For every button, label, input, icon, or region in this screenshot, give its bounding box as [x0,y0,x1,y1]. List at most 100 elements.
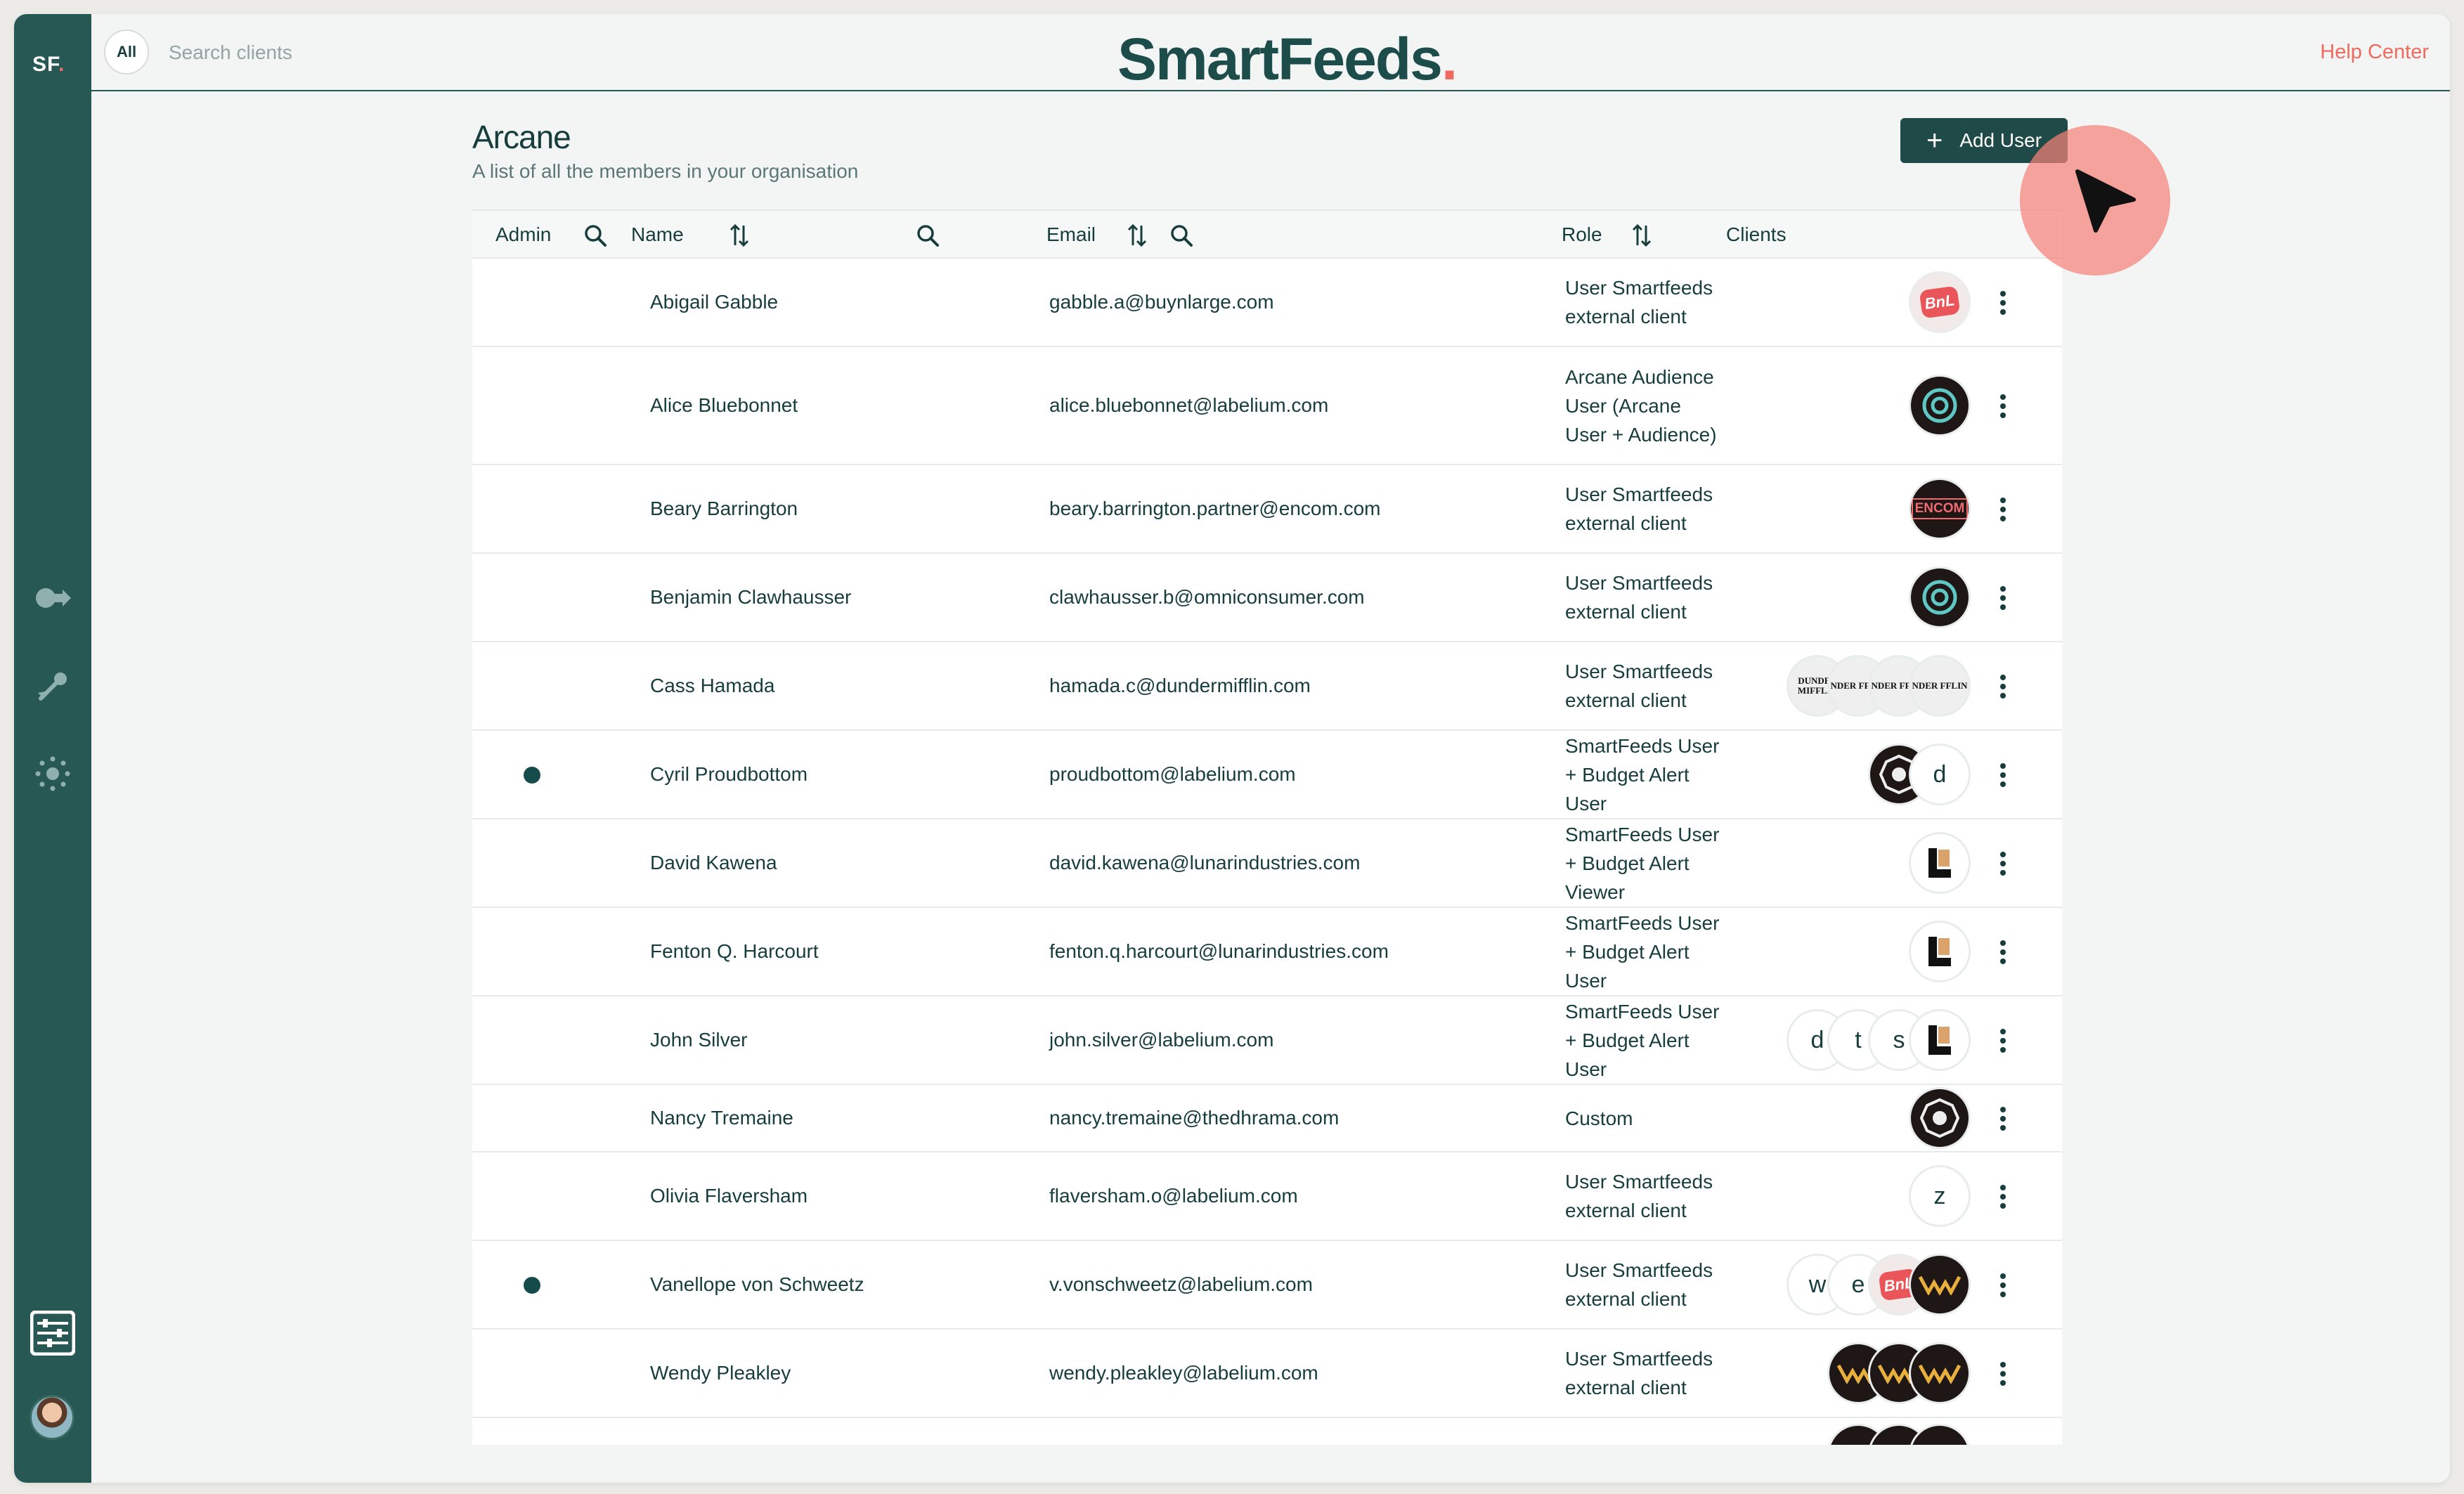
search-clients-input[interactable] [169,35,520,70]
member-role: User Smartfeeds external client [1565,572,1713,623]
client-avatars [1909,819,1971,907]
row-menu-button[interactable] [1989,1176,2017,1218]
client-logo-dharma[interactable] [1909,1087,1971,1149]
name-search-icon[interactable] [913,221,942,250]
table-row[interactable]: Olivia Flaversham flaversham.o@labelium.… [472,1152,2062,1241]
kebab-menu-icon [2000,1273,2006,1297]
kebab-menu-icon [2000,291,2006,315]
plus-icon: + [1926,125,1943,156]
header-email[interactable]: Email [1046,211,1096,259]
client-logo-bnl[interactable]: BnL [1909,271,1971,333]
sidebar-item-settings[interactable] [32,753,73,794]
email-search-icon[interactable] [1167,221,1196,250]
table-row[interactable]: Cass Hamada hamada.c@dundermifflin.com U… [472,642,2062,731]
member-role: User Smartfeeds external client [1565,661,1713,711]
admin-indicator [524,767,540,784]
table-row[interactable] [472,1418,2062,1445]
row-menu-button[interactable] [1989,1098,2017,1140]
member-name: Alice Bluebonnet [650,394,798,416]
client-avatars: w e BnL [1787,1241,1971,1328]
member-email: gabble.a@buynlarge.com [1049,291,1274,313]
table-row[interactable]: David Kawena david.kawena@lunarindustrie… [472,819,2062,908]
client-logo-lunar[interactable] [1909,1009,1971,1071]
sidebar-item-integrations[interactable] [32,578,73,618]
client-avatars [1909,1085,1971,1151]
role-sort-icon[interactable] [1627,221,1656,250]
client-logo-weyland[interactable] [1909,1424,1971,1445]
help-center-link[interactable]: Help Center [2320,41,2429,64]
table-row[interactable]: Alice Bluebonnet alice.bluebonnet@labeli… [472,347,2062,465]
weyland-logo-icon [1919,1364,1961,1384]
header-name[interactable]: Name [631,211,684,259]
row-menu-button[interactable] [1989,1020,2017,1062]
member-email: fenton.q.harcourt@lunarindustries.com [1049,940,1389,962]
kebab-menu-icon [2000,394,2006,418]
row-menu-button[interactable] [1989,931,2017,973]
app-window: SF. All SmartFeeds. Help Center Arcane A… [14,14,2450,1483]
client-logo-omnicorp[interactable] [1909,375,1971,436]
table-row[interactable]: Benjamin Clawhausser clawhausser.b@omnic… [472,554,2062,642]
client-logo-lunar[interactable] [1909,921,1971,982]
table-header: Admin Name Email Role Clients [472,209,2062,259]
brand-logo: SmartFeeds. [1117,25,1458,93]
member-name: Olivia Flaversham [650,1185,808,1207]
table-row[interactable]: Fenton Q. Harcourt fenton.q.harcourt@lun… [472,908,2062,996]
sidebar-logo[interactable]: SF. [32,53,65,77]
row-menu-button[interactable] [1989,665,2017,708]
row-menu-button[interactable] [1989,385,2017,427]
client-avatar-letter[interactable]: z [1909,1165,1971,1227]
client-logo-encom[interactable]: ENCOM [1909,478,1971,540]
kebab-menu-icon [2000,1185,2006,1209]
member-name: Vanellope von Schweetz [650,1273,864,1295]
user-avatar[interactable] [30,1395,74,1440]
client-avatars: DUNDER MIFFLIN NDER FFLIN NDER FFLIN NDE… [1787,642,1971,729]
client-logo-weyland[interactable] [1909,1254,1971,1316]
client-avatar-letter[interactable]: d [1909,743,1971,805]
client-avatars: ENCOM [1909,465,1971,552]
row-menu-button[interactable] [1989,577,2017,619]
client-avatars: BnL [1909,259,1971,346]
kebab-menu-icon [2000,498,2006,521]
kebab-menu-icon [2000,1029,2006,1053]
email-sort-icon[interactable] [1122,221,1152,250]
table-row[interactable]: Wendy Pleakley wendy.pleakley@labelium.c… [472,1330,2062,1418]
members-table: Admin Name Email Role Clients Abigail Ga… [472,209,2062,1445]
header-role[interactable]: Role [1562,211,1602,259]
member-email: proudbottom@labelium.com [1049,763,1296,785]
client-logo-weyland[interactable] [1909,1342,1971,1404]
admin-search-icon[interactable] [581,221,610,250]
row-menu-button[interactable] [1989,754,2017,796]
brand-name: SmartFeeds [1117,26,1443,92]
member-name: Fenton Q. Harcourt [650,940,819,962]
member-name: Nancy Tremaine [650,1107,793,1129]
table-row[interactable]: Beary Barrington beary.barrington.partne… [472,465,2062,554]
member-name: Cyril Proudbottom [650,763,808,785]
member-email: alice.bluebonnet@labelium.com [1049,394,1329,416]
row-menu-button[interactable] [1989,1264,2017,1306]
member-email: nancy.tremaine@thedhrama.com [1049,1107,1340,1129]
sidebar-item-preferences[interactable] [28,1308,77,1358]
row-menu-button[interactable] [1989,282,2017,324]
omnicorp-logo-icon [1922,580,1957,615]
table-row[interactable]: Vanellope von Schweetz v.vonschweetz@lab… [472,1241,2062,1330]
client-avatars [1827,1330,1971,1417]
client-logo-omnicorp[interactable] [1909,566,1971,628]
row-menu-button[interactable] [1989,843,2017,885]
all-clients-button[interactable]: All [104,30,149,74]
table-row[interactable]: Abigail Gabble gabble.a@buynlarge.com Us… [472,259,2062,347]
sidebar-item-launch[interactable] [32,666,73,707]
table-row[interactable]: John Silver john.silver@labelium.com Sma… [472,996,2062,1085]
kebab-menu-icon [2000,940,2006,964]
client-logo-dunder-mifflin[interactable]: NDER FFLIN [1909,655,1971,717]
row-menu-button[interactable] [1989,1353,2017,1395]
member-name: David Kawena [650,852,777,873]
add-user-label: Add User [1959,129,2042,151]
member-name: Wendy Pleakley [650,1362,791,1384]
row-menu-button[interactable] [1989,488,2017,531]
client-logo-lunar[interactable] [1909,832,1971,894]
table-row[interactable]: Nancy Tremaine nancy.tremaine@thedhrama.… [472,1085,2062,1152]
member-role: User Smartfeeds external client [1565,1171,1713,1221]
name-sort-icon[interactable] [725,221,754,250]
table-row[interactable]: Cyril Proudbottom proudbottom@labelium.c… [472,731,2062,819]
kebab-menu-icon [2000,852,2006,876]
